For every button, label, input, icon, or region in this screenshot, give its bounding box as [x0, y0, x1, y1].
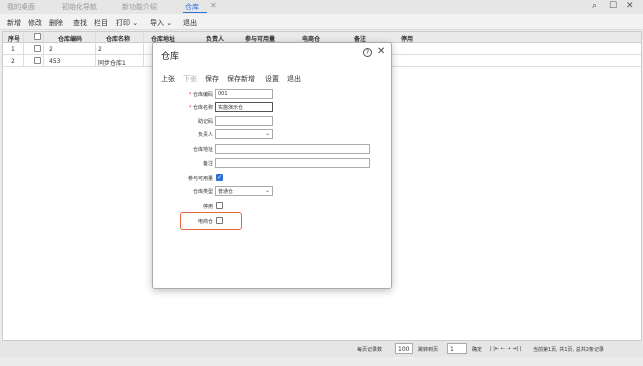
address-input[interactable]	[215, 144, 370, 154]
type-value: 普通仓	[218, 189, 234, 195]
columns-button[interactable]: 栏目	[94, 18, 108, 28]
exit-button[interactable]: 退出	[287, 74, 301, 84]
row-index: 1	[11, 46, 15, 53]
remark-input[interactable]	[215, 158, 370, 168]
manager-label: 负责人	[197, 132, 213, 138]
add-button[interactable]: 新增	[7, 18, 21, 28]
print-button[interactable]: 打印 ⌄	[116, 18, 138, 28]
available-checkbox[interactable]: ✓	[216, 174, 223, 181]
edit-button[interactable]: 修改	[28, 18, 42, 28]
tab-my-desktop[interactable]: 我的桌面	[7, 2, 35, 12]
row-code: 453	[49, 58, 61, 65]
delete-button[interactable]: 删除	[49, 18, 63, 28]
per-page-label: 每页记录数	[357, 347, 383, 353]
prev-button[interactable]: 上张	[161, 74, 175, 84]
tab-bar: 我的桌面 初始化导航 新功能介绍 仓库 ✕ ⌕ ☐ ✕	[0, 0, 643, 14]
close-icon[interactable]: ✕	[377, 46, 385, 57]
pagination-bar: 每页记录数 100 跳转到页 1 确定 | |⇤ ⇠ ⇢ ⇥| | 当前第1页,…	[0, 341, 643, 357]
save-new-button[interactable]: 保存新增	[227, 74, 255, 84]
next-button[interactable]: 下张	[183, 74, 197, 84]
mnemonic-input[interactable]	[215, 116, 273, 126]
search-icon[interactable]: ⌕	[592, 1, 597, 11]
chevron-down-icon: ⌄	[132, 19, 139, 27]
find-button[interactable]: 查找	[73, 18, 87, 28]
code-input[interactable]: 001	[215, 89, 273, 99]
row-checkbox[interactable]	[34, 45, 41, 52]
close-icon[interactable]: ✕	[210, 1, 217, 10]
select-all-checkbox[interactable]	[34, 33, 41, 40]
manager-select[interactable]: ⌄	[215, 129, 273, 139]
toolbar: 新增 修改 删除 查找 栏目 打印 ⌄ 导入 ⌄ 退出	[0, 14, 643, 30]
chevron-down-icon: ⌄	[264, 130, 270, 137]
name-label: * 仓库名称	[188, 105, 213, 111]
available-label: 参与可用量	[187, 176, 213, 182]
address-label: 仓库地址	[192, 147, 213, 153]
disabled-checkbox[interactable]	[216, 202, 223, 209]
restore-icon[interactable]: ☐	[609, 1, 617, 11]
ecommerce-label: 电商仓	[197, 219, 213, 225]
import-label: 导入	[150, 19, 164, 27]
help-icon[interactable]: ?	[363, 48, 372, 57]
save-button[interactable]: 保存	[205, 74, 219, 84]
mnemonic-label: 助记码	[197, 119, 213, 125]
col-disabled[interactable]: 停用	[401, 34, 413, 43]
col-code[interactable]: 仓库编码	[58, 34, 82, 43]
name-input[interactable]: 实施演示仓	[215, 102, 273, 112]
jump-label: 跳转到页	[418, 347, 439, 353]
page-nav-icons[interactable]: | |⇤ ⇠ ⇢ ⇥| |	[490, 346, 521, 352]
tab-new-features[interactable]: 新功能介绍	[122, 2, 157, 12]
jump-page-input[interactable]: 1	[447, 343, 467, 354]
remark-label: 备注	[202, 161, 213, 167]
code-label: * 仓库编码	[188, 92, 213, 98]
active-tab-indicator	[183, 12, 207, 13]
tab-init-nav[interactable]: 初始化导航	[62, 2, 97, 12]
print-label: 打印	[116, 19, 130, 27]
disabled-label: 停用	[202, 204, 213, 210]
row-index: 2	[11, 58, 15, 65]
close-icon[interactable]: ✕	[626, 1, 634, 11]
ecommerce-checkbox[interactable]	[216, 217, 223, 224]
import-button[interactable]: 导入 ⌄	[150, 18, 172, 28]
chevron-down-icon: ⌄	[166, 19, 173, 27]
type-label: 仓库类型	[192, 189, 213, 195]
confirm-button[interactable]: 确定	[472, 346, 482, 353]
settings-button[interactable]: 设置	[265, 74, 279, 84]
row-name: 同步仓库1	[98, 60, 126, 67]
row-name: 2	[98, 46, 102, 53]
dialog-title: 仓库	[161, 52, 180, 62]
col-name[interactable]: 仓库名称	[106, 34, 130, 43]
row-code: 2	[49, 46, 53, 53]
per-page-input[interactable]: 100	[395, 343, 413, 354]
page-info: 当前第1页, 共1页, 总共2条记录	[533, 347, 604, 353]
type-select[interactable]: 普通仓 ⌄	[215, 186, 273, 196]
row-checkbox[interactable]	[34, 57, 41, 64]
chevron-down-icon: ⌄	[264, 187, 270, 194]
tab-warehouse[interactable]: 仓库	[185, 2, 199, 12]
col-index[interactable]: 序号	[8, 34, 20, 43]
exit-button[interactable]: 退出	[183, 18, 197, 28]
